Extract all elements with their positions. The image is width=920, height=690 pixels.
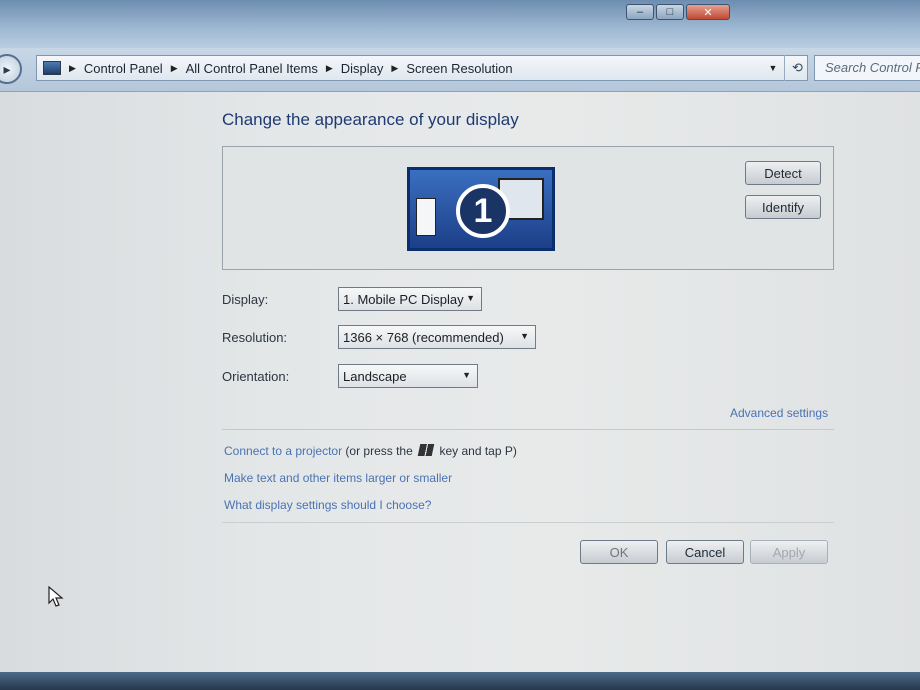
resolution-label: Resolution: (222, 330, 288, 345)
breadcrumb-display[interactable]: Display (341, 61, 384, 76)
refresh-icon[interactable]: ⟲ (784, 55, 810, 81)
text-size-link[interactable]: Make text and other items larger or smal… (224, 471, 452, 485)
chevron-down-icon: ▼ (462, 370, 471, 380)
mouse-cursor-icon (48, 586, 64, 607)
maximize-button[interactable]: □ (656, 4, 684, 20)
projector-hint-after: key and tap P) (439, 444, 517, 458)
orientation-select[interactable]: Landscape ▼ (338, 364, 478, 388)
connect-projector-link[interactable]: Connect to a projector (224, 444, 342, 458)
breadcrumb-control-panel[interactable]: Control Panel (84, 61, 163, 76)
chevron-down-icon: ▼ (520, 331, 529, 341)
chevron-right-icon[interactable]: ▶ (69, 63, 76, 74)
screen-resolution-panel: Change the appearance of your display 1 … (0, 92, 920, 672)
taskbar (0, 672, 920, 690)
projector-hint-before: (or press the (345, 444, 413, 458)
monitor-1-icon[interactable]: 1 (407, 167, 555, 251)
windows-logo-icon (417, 444, 435, 456)
minimize-button[interactable]: – (626, 4, 654, 20)
resolution-select-value: 1366 × 768 (recommended) (343, 330, 504, 345)
display-preview: 1 Detect Identify (222, 146, 834, 270)
divider (222, 429, 834, 430)
identify-button[interactable]: Identify (745, 195, 821, 219)
breadcrumb[interactable]: ▶ Control Panel ▶ All Control Panel Item… (36, 55, 808, 81)
detect-button[interactable]: Detect (745, 161, 821, 185)
display-select-value: 1. Mobile PC Display (343, 292, 464, 307)
apply-button[interactable]: Apply (750, 540, 828, 564)
chevron-down-icon: ▼ (466, 293, 475, 303)
window-thumbnail-icon (416, 198, 436, 236)
search-input[interactable]: Search Control Pa (814, 55, 920, 81)
chevron-right-icon[interactable]: ▶ (391, 63, 398, 74)
close-button[interactable]: ✕ (686, 4, 730, 20)
projector-line: Connect to a projector (or press the key… (224, 444, 517, 458)
chevron-right-icon[interactable]: ▶ (326, 63, 333, 74)
divider (222, 522, 834, 523)
address-bar: ▸ ▶ Control Panel ▶ All Control Panel It… (0, 48, 920, 92)
cancel-button[interactable]: Cancel (666, 540, 744, 564)
resolution-select[interactable]: 1366 × 768 (recommended) ▼ (338, 325, 536, 349)
breadcrumb-screen-resolution[interactable]: Screen Resolution (406, 61, 512, 76)
chevron-right-icon[interactable]: ▶ (171, 63, 178, 74)
display-label: Display: (222, 292, 269, 307)
ok-button[interactable]: OK (580, 540, 658, 564)
orientation-label: Orientation: (222, 369, 290, 384)
forward-button[interactable]: ▸ (0, 54, 22, 84)
window-titlebar: – □ ✕ (0, 0, 920, 48)
page-title: Change the appearance of your display (222, 110, 519, 129)
address-dropdown-icon[interactable]: ▼ (762, 55, 784, 81)
monitor-number: 1 (456, 184, 510, 238)
advanced-settings-link[interactable]: Advanced settings (730, 406, 828, 420)
display-select[interactable]: 1. Mobile PC Display ▼ (338, 287, 482, 311)
breadcrumb-all-items[interactable]: All Control Panel Items (186, 61, 318, 76)
control-panel-icon (43, 61, 61, 75)
caption-buttons: – □ ✕ (626, 4, 730, 20)
orientation-select-value: Landscape (343, 369, 407, 384)
display-help-link[interactable]: What display settings should I choose? (224, 498, 431, 512)
